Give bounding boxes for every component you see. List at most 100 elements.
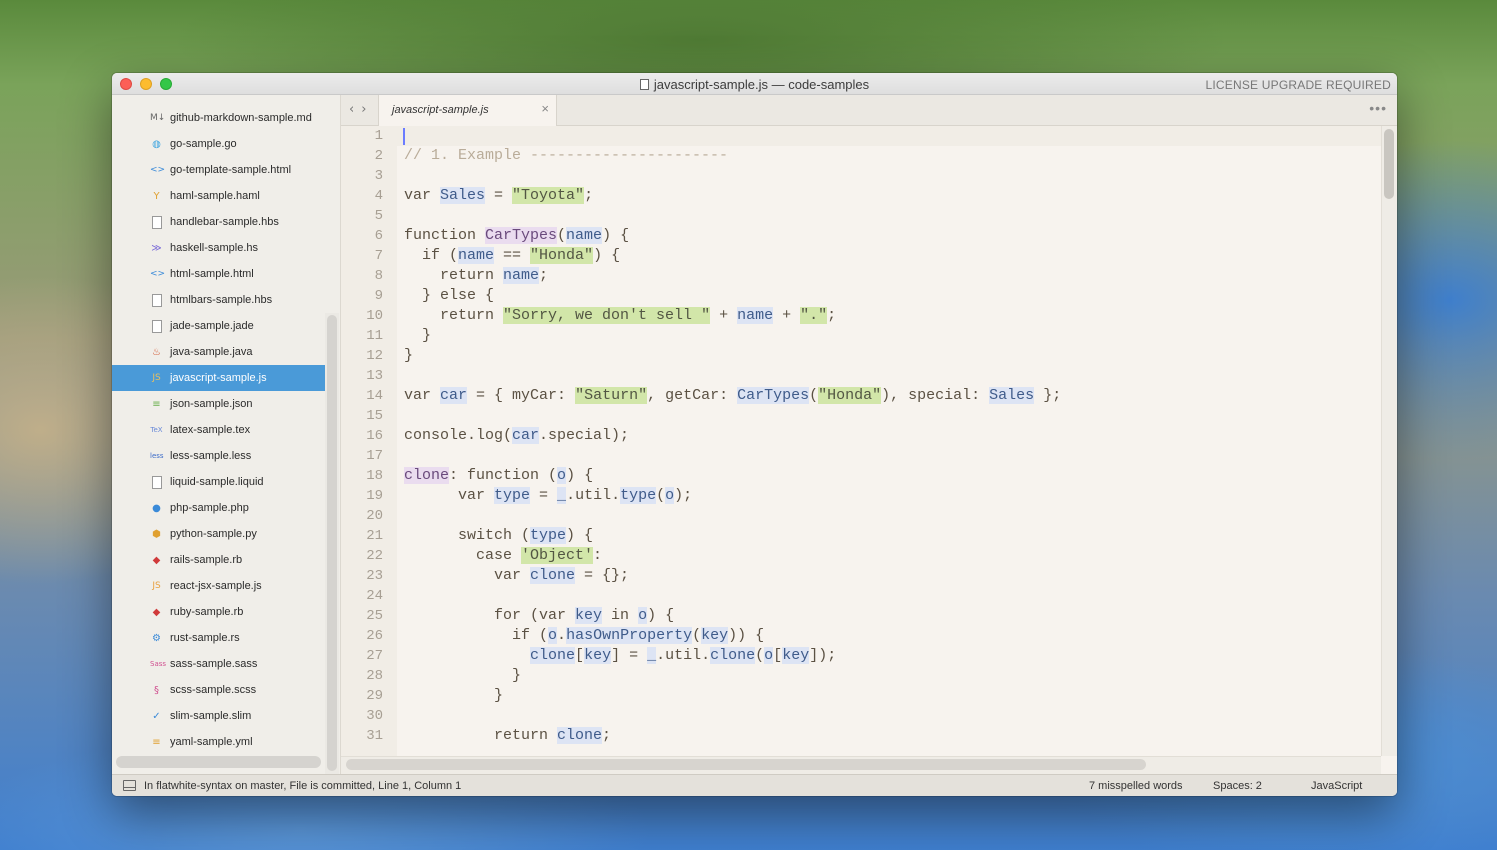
code-line: return clone; xyxy=(404,726,611,746)
sidebar-file-item[interactable]: ◆ rails-sample.rb xyxy=(112,547,325,573)
sidebar-file-item[interactable]: less less-sample.less xyxy=(112,443,325,469)
code-token: 'Object' xyxy=(521,547,594,564)
code-token: type xyxy=(530,527,567,544)
sidebar-file-item[interactable]: <> go-template-sample.html xyxy=(112,157,325,183)
sidebar-file-item[interactable]: JS javascript-sample.js xyxy=(112,365,325,391)
line-number: 9 xyxy=(374,288,383,304)
code-line: } xyxy=(404,686,503,706)
tab-javascript-sample[interactable]: javascript-sample.js × xyxy=(378,95,557,126)
panel-toggle-icon[interactable] xyxy=(123,780,136,791)
sidebar-file-item[interactable]: ⚙ rust-sample.rs xyxy=(112,625,325,651)
sidebar-file-item[interactable]: M↓ github-markdown-sample.md xyxy=(112,105,325,131)
line-number: 12 xyxy=(366,348,383,364)
code-token: = {}; xyxy=(575,567,630,584)
code-token: var xyxy=(404,187,441,204)
line-number: 15 xyxy=(366,408,383,424)
code-token: name xyxy=(737,307,774,324)
code-token: ]); xyxy=(809,647,837,664)
sidebar-file-name: java-sample.java xyxy=(170,346,253,358)
php-icon: ● xyxy=(152,503,161,514)
sidebar-file-item[interactable]: ● php-sample.php xyxy=(112,495,325,521)
sidebar-file-item[interactable]: <> html-sample.html xyxy=(112,261,325,287)
line-number: 10 xyxy=(366,308,383,324)
file-icon xyxy=(152,216,162,229)
forward-arrow-icon[interactable]: › xyxy=(361,102,366,117)
license-notice[interactable]: LICENSE UPGRADE REQUIRED xyxy=(1205,78,1391,92)
code-token: var xyxy=(404,567,531,584)
sidebar-file-item[interactable]: Yhaml-sample.haml xyxy=(112,183,325,209)
sidebar-file-item[interactable]: liquid-sample.liquid xyxy=(112,469,325,495)
code-token: ) { xyxy=(566,527,594,544)
code-editor[interactable]: 1 2// 1. Example ---------------------- 3 4… xyxy=(341,126,1381,756)
window-title-text: javascript-sample.js — code-samples xyxy=(653,77,870,92)
sidebar-file-name: javascript-sample.js xyxy=(170,372,267,384)
code-token: } else { xyxy=(404,287,495,304)
back-arrow-icon[interactable]: ‹ xyxy=(349,102,354,117)
sidebar-file-name: rust-sample.rs xyxy=(170,632,240,644)
file-icon xyxy=(152,320,162,333)
line-number: 5 xyxy=(374,208,383,224)
sidebar-file-item[interactable]: handlebar-sample.hbs xyxy=(112,209,325,235)
sidebar-file-item[interactable]: ≡ yaml-sample.yml xyxy=(112,729,325,755)
syntax-language-status[interactable]: JavaScript xyxy=(1311,780,1362,792)
line-number: 28 xyxy=(366,668,383,684)
code-token: clone xyxy=(530,647,576,664)
file-sidebar: ≡ yaml-sample.yml ✓ slim-sample.slim § scss-s… xyxy=(112,95,341,775)
file-icon xyxy=(152,476,162,489)
code-token: o xyxy=(557,467,567,484)
sidebar-file-item[interactable]: JS react-jsx-sample.js xyxy=(112,573,325,599)
code-token: console.log( xyxy=(404,427,513,444)
window-title: javascript-sample.js — code-samples xyxy=(112,77,1397,92)
editor-vertical-scrollbar-track[interactable] xyxy=(1381,126,1397,756)
tex-icon: TeX xyxy=(150,426,163,434)
code-token: o xyxy=(665,487,675,504)
sidebar-scrollbar-thumb[interactable] xyxy=(327,315,337,771)
misspelled-words-status[interactable]: 7 misspelled words xyxy=(1089,780,1183,792)
database-icon: ≡ xyxy=(152,737,161,748)
sidebar-file-item[interactable]: TeX latex-sample.tex xyxy=(112,417,325,443)
code-token: var xyxy=(404,387,441,404)
code-token: ; xyxy=(539,267,549,284)
sidebar-file-item[interactable]: htmlbars-sample.hbs xyxy=(112,287,325,313)
sidebar-file-item[interactable]: ◍ go-sample.go xyxy=(112,131,325,157)
code-line: } xyxy=(404,326,431,346)
code-token: key xyxy=(701,627,729,644)
ruby-icon: ◆ xyxy=(152,607,161,618)
code-token: o xyxy=(638,607,648,624)
sidebar-file-item[interactable]: ♨ java-sample.java xyxy=(112,339,325,365)
sidebar-file-item[interactable]: jade-sample.jade xyxy=(112,313,325,339)
code-line: if (o.hasOwnProperty(key)) { xyxy=(404,626,764,646)
sidebar-file-item[interactable]: ⬢ python-sample.py xyxy=(112,521,325,547)
sidebar-file-item[interactable]: ≫ haskell-sample.hs xyxy=(112,235,325,261)
line-number: 20 xyxy=(366,508,383,524)
sidebar-file-name: haml-sample.haml xyxy=(170,190,260,202)
sidebar-horizontal-scrollbar[interactable] xyxy=(116,756,321,768)
sidebar-file-item[interactable]: ✓ slim-sample.slim xyxy=(112,703,325,729)
sidebar-file-item[interactable]: ≡ json-sample.json xyxy=(112,391,325,417)
indentation-status[interactable]: Spaces: 2 xyxy=(1213,780,1262,792)
code-line: for (var key in o) { xyxy=(404,606,674,626)
line-number: 16 xyxy=(366,428,383,444)
sidebar-file-item[interactable]: § scss-sample.scss xyxy=(112,677,325,703)
more-options-icon[interactable]: ••• xyxy=(1369,100,1387,116)
line-number: 11 xyxy=(366,328,383,344)
editor-vertical-scrollbar-thumb[interactable] xyxy=(1384,129,1394,199)
code-token: ) { xyxy=(593,247,621,264)
line-number: 30 xyxy=(366,708,383,724)
code-token: var xyxy=(404,487,495,504)
editor-horizontal-scrollbar-thumb[interactable] xyxy=(346,759,1146,770)
tab-bar: ‹ › javascript-sample.js × ••• xyxy=(341,95,1397,126)
sidebar-file-item[interactable]: ◆ ruby-sample.rb xyxy=(112,599,325,625)
code-token: o xyxy=(764,647,774,664)
code-token: : xyxy=(593,547,603,564)
tab-close-icon[interactable]: × xyxy=(541,101,549,116)
code-token: ( xyxy=(692,627,702,644)
code-token: car xyxy=(512,427,540,444)
status-bar: In flatwhite-syntax on master, File is c… xyxy=(112,774,1397,796)
sidebar-file-item[interactable]: Sass sass-sample.sass xyxy=(112,651,325,677)
title-bar: javascript-sample.js — code-samples LICE… xyxy=(112,73,1397,95)
code-line: switch (type) { xyxy=(404,526,593,546)
code-token: == xyxy=(494,247,531,264)
code-token: ) { xyxy=(566,467,594,484)
code-line: clone: function (o) { xyxy=(404,466,593,486)
